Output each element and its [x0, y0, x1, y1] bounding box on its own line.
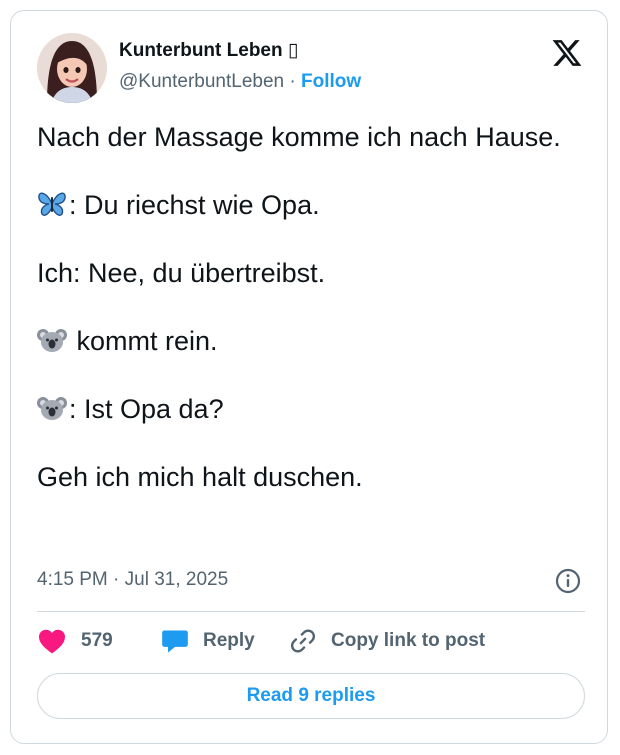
tweet-text: Nach der Massage komme ich nach Hause. :…	[37, 121, 587, 493]
divider	[37, 611, 585, 612]
heart-icon	[39, 629, 65, 654]
handle-row: @KunterbuntLeben · Follow	[119, 71, 361, 93]
tweet-line-text: kommt rein.	[69, 326, 218, 356]
x-logo-icon[interactable]	[551, 37, 583, 69]
info-icon[interactable]	[555, 568, 581, 594]
copy-link-label: Copy link to post	[331, 630, 486, 651]
link-icon	[290, 629, 316, 653]
koala-icon	[37, 329, 67, 352]
avatar[interactable]	[37, 33, 107, 103]
tweet-line-text: : Ist Opa da?	[69, 394, 224, 424]
reply-label: Reply	[203, 630, 255, 651]
reply-button[interactable]: Reply	[161, 627, 255, 655]
follow-link[interactable]: Follow	[301, 71, 361, 92]
tweet-line: Geh ich mich halt duschen.	[37, 462, 363, 492]
author-handle[interactable]: @KunterbuntLeben	[119, 71, 284, 92]
read-replies-button[interactable]: Read 9 replies	[37, 673, 585, 719]
koala-icon	[37, 397, 67, 420]
like-count: 579	[81, 630, 113, 651]
like-button[interactable]: 579	[37, 627, 113, 655]
tweet-line: Nach der Massage komme ich nach Hause.	[37, 122, 561, 152]
tweet-line: : Ist Opa da?	[37, 393, 587, 425]
tweet-card: Kunterbunt Leben ▯ @KunterbuntLeben · Fo…	[10, 10, 608, 744]
tweet-line-text: : Du riechst wie Opa.	[69, 190, 320, 220]
tweet-line: : Du riechst wie Opa.	[37, 189, 587, 221]
reply-bubble-icon	[162, 630, 188, 653]
tweet-line: kommt rein.	[37, 325, 587, 357]
separator: ·	[289, 71, 296, 92]
butterfly-icon	[38, 192, 66, 216]
author-name[interactable]: Kunterbunt Leben ▯	[119, 39, 298, 62]
tweet-line: Ich: Nee, du übertreibst.	[37, 258, 326, 288]
avatar-illustration	[37, 33, 107, 103]
copy-link-button[interactable]: Copy link to post	[289, 627, 485, 655]
timestamp-link[interactable]: 4:15 PM · Jul 31, 2025	[37, 569, 228, 591]
